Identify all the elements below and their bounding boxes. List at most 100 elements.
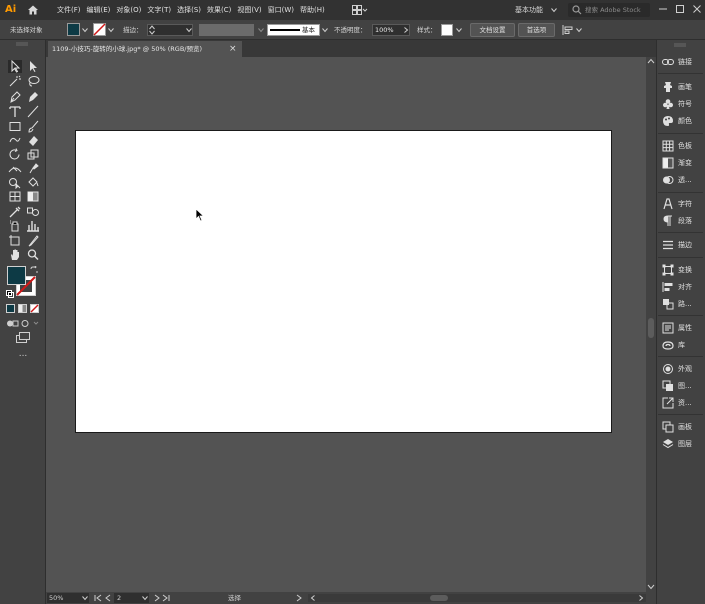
menu-select[interactable]: 选择(S) [174,0,204,20]
menu-view[interactable]: 视图(V) [234,0,264,20]
puppet-warp-tool[interactable] [26,162,40,175]
maximize-icon[interactable] [673,2,687,16]
menu-effect[interactable]: 效果(C) [204,0,234,20]
panel-paragraph[interactable]: 段落 [658,213,703,229]
zoom-tool[interactable] [26,248,40,261]
type-tool[interactable] [8,105,22,118]
panel-pathfinder[interactable]: 路... [658,296,703,312]
brush-chevron-icon[interactable] [322,27,328,33]
menu-file[interactable]: 文件(F) [54,0,84,20]
opacity-arrow-icon[interactable] [403,27,409,33]
graphic-style-swatch[interactable] [441,24,453,36]
align-chevron-icon[interactable] [576,27,582,33]
magic-wand-tool[interactable] [8,75,22,88]
color-mode-button[interactable] [6,304,15,313]
stroke-chevron-icon[interactable] [108,27,114,33]
symbol-sprayer-tool[interactable] [8,219,22,232]
panel-align[interactable]: 对齐 [658,279,703,295]
panel-asset-export[interactable]: 资... [658,395,703,411]
panel-artboards[interactable]: 画板 [658,419,703,435]
status-arrow-icon[interactable] [295,594,303,602]
style-chevron-icon[interactable] [456,27,462,33]
profile-chevron-icon[interactable] [258,27,264,33]
selection-tool[interactable] [8,60,22,73]
close-window-icon[interactable] [690,2,704,16]
fill-swatch[interactable] [67,23,80,36]
eraser-tool[interactable] [26,134,40,147]
none-mode-button[interactable] [30,304,39,313]
panel-graphic-styles[interactable]: 图... [658,378,703,394]
perspective-grid-tool[interactable] [8,190,22,203]
scale-tool[interactable] [26,148,40,161]
next-artboard-icon[interactable] [153,594,161,602]
vertical-scroll-thumb[interactable] [648,318,654,338]
rotate-tool[interactable] [8,148,22,161]
blend-tool[interactable] [26,205,40,218]
panel-layers[interactable]: 图层 [658,436,703,452]
panel-gradient[interactable]: 渐变 [658,155,703,171]
panel-symbols[interactable]: 符号 [658,96,703,112]
panel-character[interactable]: 字符 [658,196,703,212]
panel-transparency[interactable]: 透... [658,172,703,188]
layout-grid-icon[interactable] [352,5,368,15]
column-graph-tool[interactable] [26,219,40,232]
panel-links[interactable]: 链接 [658,54,703,70]
screen-mode-icon[interactable] [15,332,31,344]
dock-grip-icon[interactable] [672,43,688,47]
artboard-tool[interactable] [8,234,22,247]
pen-tool[interactable] [8,90,22,103]
panel-properties[interactable]: 属性 [658,320,703,336]
panel-stroke[interactable]: 描边 [658,237,703,253]
last-artboard-icon[interactable] [162,594,170,602]
close-tab-icon[interactable]: × [229,41,237,57]
width-tool[interactable] [8,162,22,175]
workspace-switcher[interactable]: 基本功能 [515,0,543,20]
rectangle-tool[interactable] [8,120,22,133]
preferences-button[interactable]: 首选项 [518,23,555,37]
horizontal-scroll-thumb[interactable] [430,595,448,601]
previous-artboard-icon[interactable] [104,594,112,602]
stroke-weight-chevron-icon[interactable] [186,27,192,33]
shaper-tool[interactable] [8,134,22,147]
line-segment-tool[interactable] [26,105,40,118]
gradient-mode-button[interactable] [18,304,27,313]
menu-help[interactable]: 帮助(H) [297,0,328,20]
artboard[interactable] [75,130,612,433]
lasso-tool[interactable] [26,75,40,88]
stroke-stepper-icon[interactable] [149,25,155,35]
horizontal-scrollbar[interactable] [308,594,646,602]
hand-tool[interactable] [8,248,22,261]
curvature-tool[interactable] [26,90,40,103]
edit-toolbar-button[interactable]: ... [17,350,29,359]
scroll-right-icon[interactable] [638,595,644,601]
panel-transform[interactable]: 变换 [658,262,703,278]
panel-brushes[interactable]: 画笔 [658,79,703,95]
scroll-up-icon[interactable] [647,58,655,64]
menu-object[interactable]: 对象(O) [113,0,144,20]
direct-selection-tool[interactable] [26,60,40,73]
document-setup-button[interactable]: 文档设置 [470,23,515,37]
panel-color[interactable]: 颜色 [658,113,703,129]
scroll-down-icon[interactable] [647,584,655,590]
stroke-swatch[interactable] [93,23,106,36]
fill-chevron-icon[interactable] [82,27,88,33]
gradient-tool[interactable] [26,190,40,203]
menu-window[interactable]: 窗口(W) [265,0,297,20]
artboard-chevron-icon[interactable] [142,595,148,601]
eyedropper-tool[interactable] [8,205,22,218]
swap-fill-stroke-icon[interactable] [30,266,38,274]
panel-libraries[interactable]: 库 [658,337,703,353]
align-to-icon[interactable] [562,24,574,36]
first-artboard-icon[interactable] [94,594,102,602]
shape-builder-tool[interactable] [8,176,22,189]
fill-color-box[interactable] [7,266,26,285]
menu-type[interactable]: 文字(T) [144,0,174,20]
draw-mode-icon[interactable] [6,319,20,328]
chevron-down-icon[interactable] [551,7,557,13]
live-paint-bucket-tool[interactable] [26,176,40,189]
menu-edit[interactable]: 编辑(E) [84,0,114,20]
default-fill-stroke-icon[interactable] [6,290,14,298]
slice-tool[interactable] [26,234,40,247]
draw-inside-icon[interactable] [21,319,39,328]
minimize-icon[interactable] [656,2,670,16]
